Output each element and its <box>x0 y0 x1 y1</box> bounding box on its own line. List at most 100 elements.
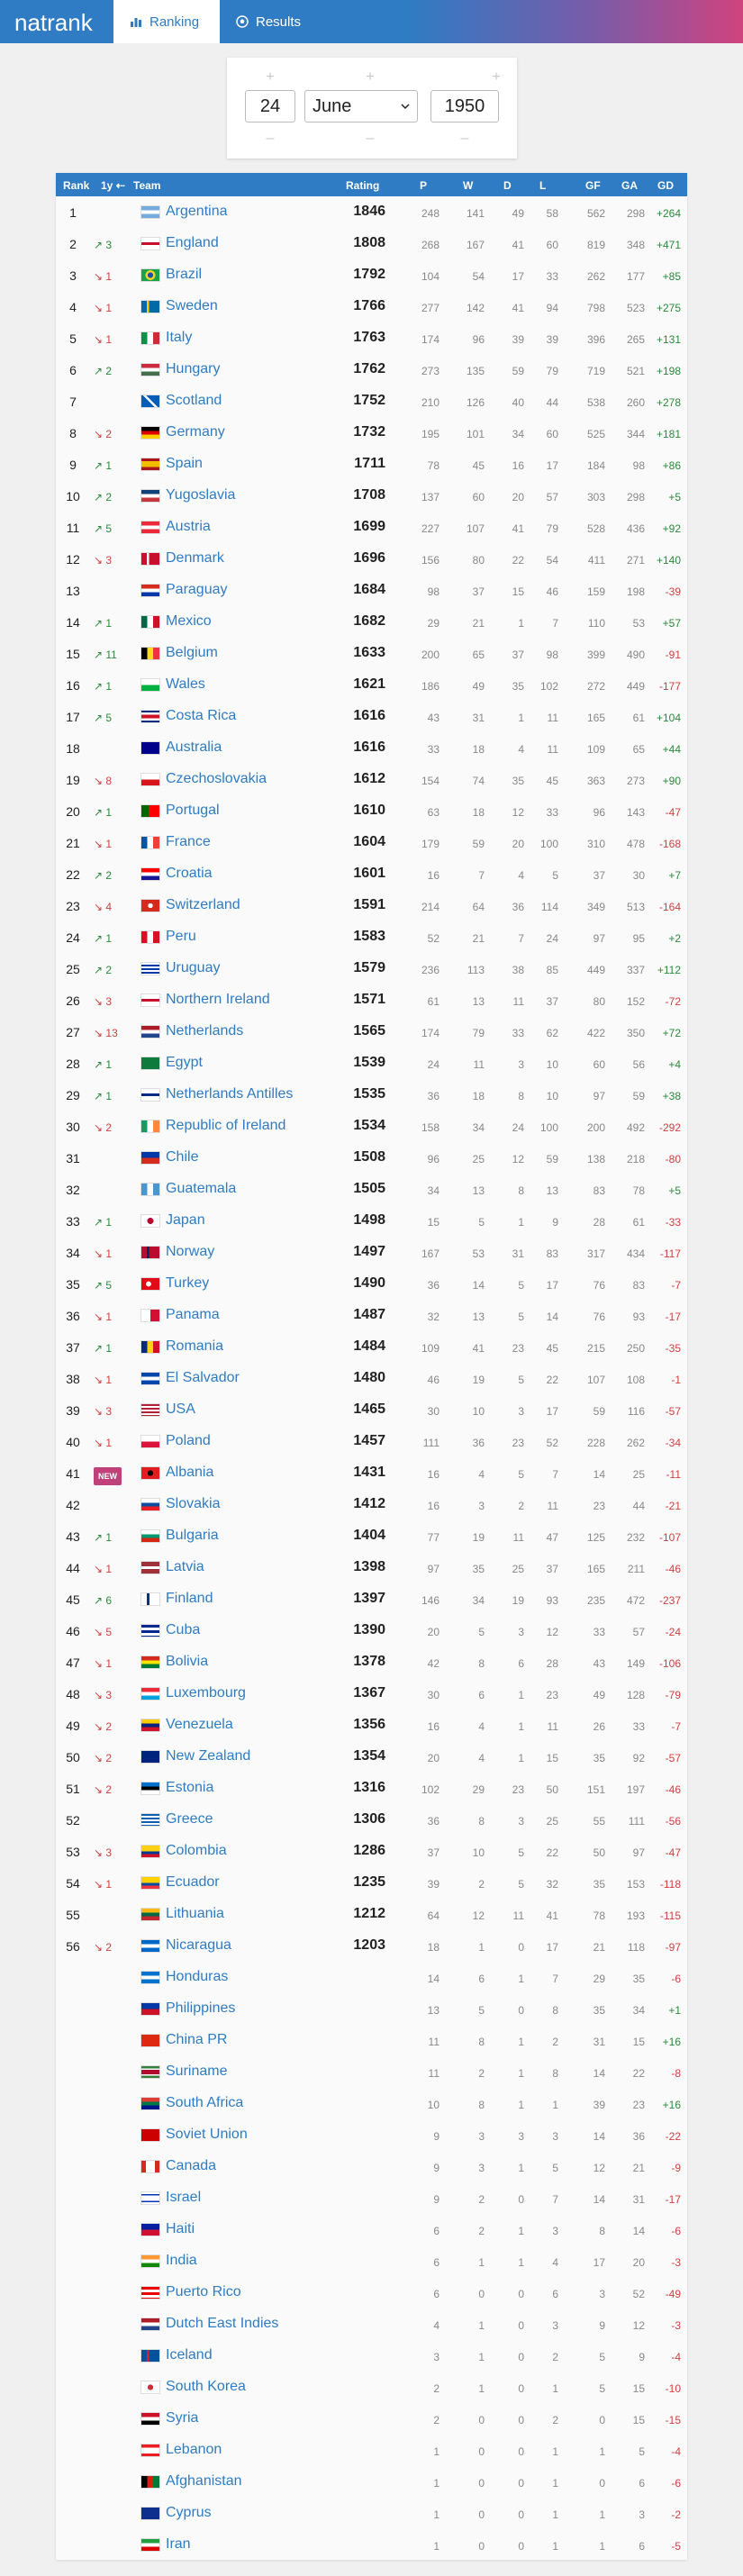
table-row[interactable]: 1 0 0 1 1 5 -4 Lebanon <box>56 2435 687 2466</box>
team-link[interactable]: Japan <box>166 1213 205 1228</box>
table-row[interactable]: 36 1487 32 13 5 14 76 93 -17 ↘ 1 Panama <box>56 1300 687 1331</box>
table-row[interactable]: 6 0 0 6 3 52 -49 Puerto Rico <box>56 2277 687 2308</box>
team-link[interactable]: Republic of Ireland <box>166 1119 285 1133</box>
col-goals-for[interactable]: GF <box>585 179 601 192</box>
team-link[interactable]: Northern Ireland <box>166 993 270 1007</box>
team-link[interactable]: Peru <box>166 930 196 944</box>
team-link[interactable]: Paraguay <box>166 583 228 597</box>
team-link[interactable]: India <box>166 2254 197 2268</box>
table-row[interactable]: 55 1212 64 12 11 41 78 193 -115 Lithuania <box>56 1899 687 1930</box>
table-row[interactable]: 26 1571 61 13 11 37 80 152 -72 ↘ 3 Northern Irelan… <box>56 984 687 1016</box>
team-link[interactable]: Costa Rica <box>166 709 236 723</box>
table-row[interactable]: 32 1505 34 13 8 13 83 78 +5 Guatemala <box>56 1174 687 1205</box>
table-row[interactable]: 17 1616 43 31 1 11 165 61 +104 ↗ 5 Costa Rica <box>56 701 687 732</box>
table-row[interactable]: 25 1579 236 113 38 85 449 337 +112 ↗ 2 Uruguay <box>56 953 687 984</box>
table-row[interactable]: 12 1696 156 80 22 54 411 271 +140 ↘ 3 Denmark <box>56 543 687 575</box>
team-link[interactable]: Iran <box>166 2537 191 2552</box>
team-link[interactable]: Hungary <box>166 362 220 376</box>
team-link[interactable]: Estonia <box>166 1781 213 1795</box>
table-row[interactable]: 7 1752 210 126 40 44 538 260 +278 Scotland <box>56 385 687 417</box>
table-row[interactable]: 4 1766 277 142 41 94 798 523 +275 ↘ 1 Sweden <box>56 291 687 322</box>
team-link[interactable]: Turkey <box>166 1276 209 1291</box>
year-field[interactable]: 1950 <box>430 90 499 122</box>
table-row[interactable]: 42 1412 16 3 2 11 23 44 -21 Slovakia <box>56 1489 687 1520</box>
table-row[interactable]: 21 1604 179 59 20 100 310 478 -168 ↘ 1 France <box>56 827 687 858</box>
team-link[interactable]: Norway <box>166 1245 214 1259</box>
team-link[interactable]: Brazil <box>166 268 202 282</box>
table-row[interactable]: 19 1612 154 74 35 45 363 273 +90 ↘ 8 Czechoslovaki… <box>56 764 687 795</box>
team-link[interactable]: Dutch East Indies <box>166 2317 278 2331</box>
day-plus-icon[interactable]: + <box>261 70 279 85</box>
table-row[interactable]: 53 1286 37 10 5 22 50 97 -47 ↘ 3 Colombia <box>56 1836 687 1867</box>
team-link[interactable]: Guatemala <box>166 1182 236 1196</box>
team-link[interactable]: Bolivia <box>166 1655 208 1669</box>
team-link[interactable]: France <box>166 835 211 849</box>
table-row[interactable]: 40 1457 111 36 23 52 228 262 -34 ↘ 1 Poland <box>56 1426 687 1457</box>
team-link[interactable]: Denmark <box>166 551 224 566</box>
table-row[interactable]: 13 1684 98 37 15 46 159 198 -39 Paraguay <box>56 575 687 606</box>
table-row[interactable]: 31 1508 96 25 12 59 138 218 -80 Chile <box>56 1142 687 1174</box>
month-select[interactable]: June <box>304 90 418 122</box>
col-won[interactable]: W <box>463 179 473 192</box>
team-link[interactable]: Austria <box>166 520 211 534</box>
team-link[interactable]: Netherlands Antilles <box>166 1087 293 1102</box>
table-row[interactable]: 18 1616 33 18 4 11 109 65 +44 Australia <box>56 732 687 764</box>
table-row[interactable]: 6 1 1 4 17 20 -3 India <box>56 2245 687 2277</box>
col-goals-against[interactable]: GA <box>621 179 638 192</box>
team-link[interactable]: Ecuador <box>166 1875 220 1890</box>
table-row[interactable]: 24 1583 52 21 7 24 97 95 +2 ↗ 1 Peru <box>56 921 687 953</box>
table-row[interactable]: 5 1763 174 96 39 39 396 265 +131 ↘ 1 Italy <box>56 322 687 354</box>
table-row[interactable]: 6 2 1 3 8 14 -6 Haiti <box>56 2214 687 2245</box>
tab-results[interactable]: Results <box>220 0 317 43</box>
col-change[interactable]: 1y ⇠ <box>101 179 125 192</box>
table-row[interactable]: 3 1792 104 54 17 33 262 177 +85 ↘ 1 Brazil <box>56 259 687 291</box>
team-link[interactable]: El Salvador <box>166 1371 240 1385</box>
table-row[interactable]: 1 0 0 1 1 6 -5 Iran <box>56 2529 687 2561</box>
team-link[interactable]: Soviet Union <box>166 2127 248 2142</box>
team-link[interactable]: Latvia <box>166 1560 204 1574</box>
table-row[interactable]: 4 1 0 3 9 12 -3 Dutch East Indies <box>56 2308 687 2340</box>
table-row[interactable]: 51 1316 102 29 23 50 151 197 -46 ↘ 2 Estonia <box>56 1773 687 1804</box>
team-link[interactable]: Chile <box>166 1150 198 1165</box>
table-row[interactable]: 47 1378 42 8 6 28 43 149 -106 ↘ 1 Bolivia <box>56 1646 687 1678</box>
team-link[interactable]: Cuba <box>166 1623 200 1637</box>
day-increment[interactable]: + <box>487 70 505 85</box>
col-lost[interactable]: L <box>539 179 546 192</box>
table-row[interactable]: 50 1354 20 4 1 15 35 92 -57 ↘ 2 New Zealand <box>56 1741 687 1773</box>
team-link[interactable]: Nicaragua <box>166 1938 231 1953</box>
team-link[interactable]: Syria <box>166 2411 198 2426</box>
team-link[interactable]: Italy <box>166 331 192 345</box>
table-row[interactable]: 37 1484 109 41 23 45 215 250 -35 ↗ 1 Romania <box>56 1331 687 1363</box>
table-row[interactable]: 39 1465 30 10 3 17 59 116 -57 ↘ 3 USA <box>56 1394 687 1426</box>
team-link[interactable]: Egypt <box>166 1056 203 1070</box>
team-link[interactable]: Haiti <box>166 2222 195 2236</box>
table-row[interactable]: 38 1480 46 19 5 22 107 108 -1 ↘ 1 El Salvador <box>56 1363 687 1394</box>
team-link[interactable]: England <box>166 236 219 250</box>
table-row[interactable]: 2 1 0 1 5 15 -10 South Korea <box>56 2372 687 2403</box>
table-row[interactable]: 2 1808 268 167 41 60 819 348 +471 ↗ 3 England <box>56 228 687 259</box>
team-link[interactable]: Scotland <box>166 394 222 408</box>
col-played[interactable]: P <box>420 179 427 192</box>
table-row[interactable]: 9 1711 78 45 16 17 184 98 +86 ↗ 1 Spain <box>56 449 687 480</box>
team-link[interactable]: Puerto Rico <box>166 2285 241 2299</box>
table-row[interactable]: 49 1356 16 4 1 11 26 33 -7 ↘ 2 Venezuela <box>56 1710 687 1741</box>
team-link[interactable]: Switzerland <box>166 898 240 912</box>
day-decrement[interactable]: – <box>261 132 279 146</box>
table-row[interactable]: 1 0 0 1 1 3 -2 Cyprus <box>56 2498 687 2529</box>
team-link[interactable]: Argentina <box>166 204 228 219</box>
team-link[interactable]: USA <box>166 1402 195 1417</box>
team-link[interactable]: Venezuela <box>166 1718 233 1732</box>
table-row[interactable]: 33 1498 15 5 1 9 28 61 -33 ↗ 1 Japan <box>56 1205 687 1237</box>
col-rating[interactable]: Rating <box>346 179 379 192</box>
table-row[interactable]: 11 1699 227 107 41 79 528 436 +92 ↗ 5 Austria <box>56 512 687 543</box>
team-link[interactable]: South Korea <box>166 2380 246 2394</box>
team-link[interactable]: Afghanistan <box>166 2474 242 2489</box>
col-rank[interactable]: Rank <box>63 179 89 192</box>
team-link[interactable]: Yugoslavia <box>166 488 235 503</box>
col-drawn[interactable]: D <box>503 179 512 192</box>
table-row[interactable]: 29 1535 36 18 8 10 97 59 +38 ↗ 1 Netherlands Antil… <box>56 1079 687 1111</box>
team-link[interactable]: Belgium <box>166 646 218 660</box>
table-row[interactable]: 23 1591 214 64 36 114 349 513 -164 ↘ 4 Switzerland <box>56 890 687 921</box>
team-link[interactable]: Australia <box>166 740 222 755</box>
team-link[interactable]: Czechoslovakia <box>166 772 267 786</box>
